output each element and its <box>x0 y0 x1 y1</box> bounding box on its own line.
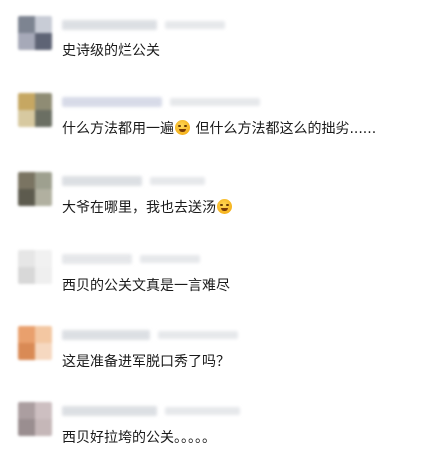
comment-text-part-1: 什么方法都用一遍 <box>62 121 174 137</box>
comment-item: 西贝的公关文真是一言难尽 <box>0 245 437 315</box>
avatar[interactable] <box>18 250 52 284</box>
meta-blurred <box>140 255 200 263</box>
meta-blurred <box>165 407 240 415</box>
avatar[interactable] <box>18 172 52 206</box>
comment-text: 史诗级的烂公关 <box>62 43 160 59</box>
avatar[interactable] <box>18 402 52 436</box>
meta-blurred <box>165 21 225 29</box>
comment-text-part-2: 但什么方法都这么的拙劣...... <box>195 121 377 137</box>
avatar[interactable] <box>18 326 52 360</box>
username-blurred <box>62 176 142 186</box>
comment-text: 西贝好拉垮的公关。。。。。 <box>62 430 216 446</box>
grinning-sweat-icon <box>217 199 232 214</box>
username-blurred <box>62 330 150 340</box>
comment-text: 大爷在哪里，我也去送汤 <box>62 199 233 217</box>
comment-text-part-1: 大爷在哪里，我也去送汤 <box>62 200 216 216</box>
comment-item: 西贝好拉垮的公关。。。。。 <box>0 398 437 468</box>
username-blurred <box>62 406 157 416</box>
comment-item: 大爷在哪里，我也去送汤 <box>0 167 437 237</box>
comment-text: 西贝的公关文真是一言难尽 <box>62 278 230 294</box>
comment-item: 这是准备进军脱口秀了吗？ <box>0 322 437 392</box>
comment-text: 这是准备进军脱口秀了吗？ <box>62 354 230 370</box>
comment-text: 什么方法都用一遍 但什么方法都这么的拙劣...... <box>62 120 376 138</box>
username-blurred <box>62 20 157 30</box>
meta-blurred <box>158 331 238 339</box>
avatar[interactable] <box>18 16 52 50</box>
avatar[interactable] <box>18 93 52 127</box>
comment-item: 什么方法都用一遍 但什么方法都这么的拙劣...... <box>0 88 437 158</box>
comment-item: 史诗级的烂公关 <box>0 10 437 80</box>
meta-blurred <box>170 98 260 106</box>
meta-blurred <box>150 177 205 185</box>
username-blurred <box>62 254 132 264</box>
laughing-icon <box>175 120 190 135</box>
username-blurred <box>62 97 162 107</box>
